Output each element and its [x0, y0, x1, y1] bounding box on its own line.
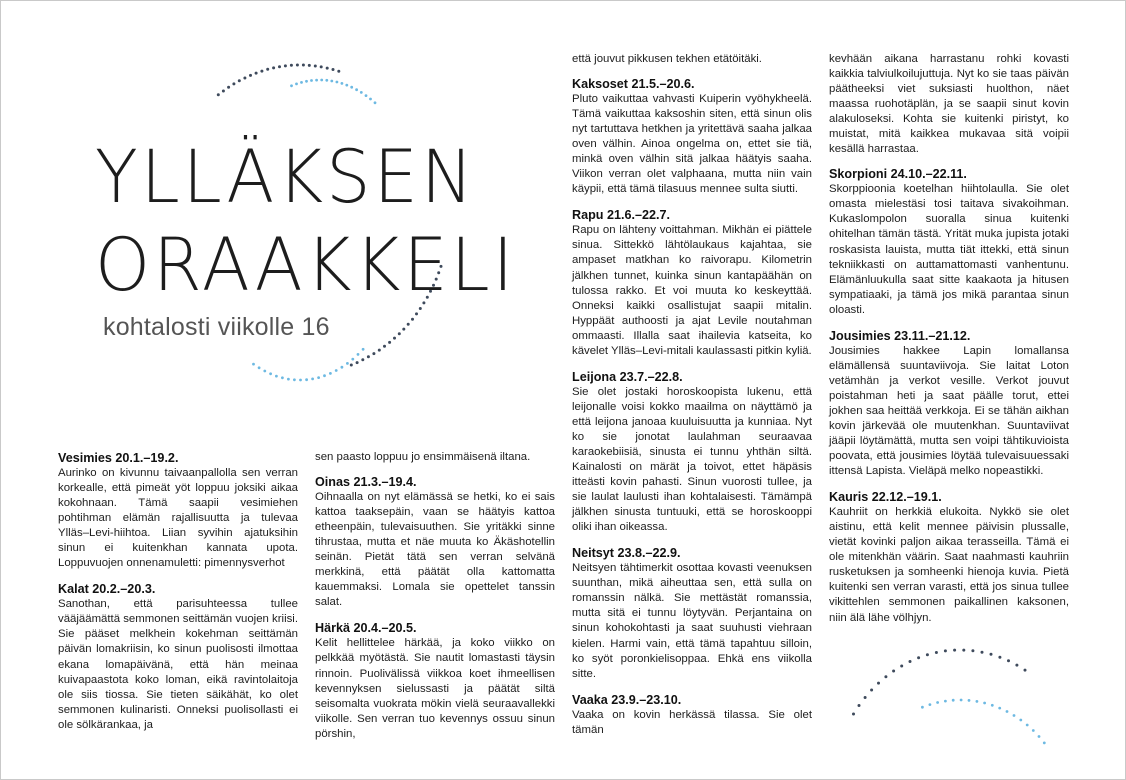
sign-text: Kauhriit on herkkiä elukoita. Nykkö sie … [829, 506, 1069, 624]
sign-text: Skorppioonia koetelhan hiihtolaulla. Sie… [829, 183, 1069, 316]
sign-block: Oinas 21.3.–19.4. Oihnaalla on nyt elämä… [315, 474, 555, 610]
sign-block: Leijona 23.7.–22.8. Sie olet jostaki hor… [572, 369, 812, 535]
sign-text: Oihnaalla on nyt elämässä se hetki, ko e… [315, 491, 555, 609]
sign-text: Neitsyen tähtimerkit osottaa kovasti vee… [572, 562, 812, 680]
sign-text: Sie olet jostaki horoskoopista lukenu, e… [572, 385, 812, 534]
sign-heading: Rapu 21.6.–22.7. [572, 208, 671, 223]
sign-heading: Skorpioni 24.10.–22.11. [829, 167, 967, 182]
sign-block: Jousimies 23.11.–21.12. Jousimies hakkee… [829, 328, 1069, 479]
sign-heading: Vesimies 20.1.–19.2. [58, 451, 179, 465]
sign-block: Kauris 22.12.–19.1. Kauhriit on herkkiä … [829, 489, 1069, 625]
sign-block: Kaksoset 21.5.–20.6. Pluto vaikuttaa vah… [572, 76, 812, 197]
sign-block: Vaaka 23.9.–23.10. Vaaka on kovin herkäs… [572, 692, 812, 738]
sign-heading: Kalat 20.2.–20.3. [58, 582, 156, 597]
sign-heading: Leijona 23.7.–22.8. [572, 369, 683, 384]
title-line-2: ORAAKKELI [95, 221, 517, 309]
sign-block: Kalat 20.2.–20.3. Sanothan, että parisuh… [58, 581, 298, 732]
column-3: että jouvut pikkusen tekhen etätöitäki. … [572, 52, 812, 748]
sign-heading: Kauris 22.12.–19.1. [829, 490, 942, 505]
column-1: Vesimies 20.1.–19.2. Aurinko on kivunnu … [58, 450, 298, 743]
continued-text: että jouvut pikkusen tekhen etätöitäki. [572, 53, 762, 65]
sign-text: Jousimies hakkee Lapin lomallansa elämäl… [829, 344, 1069, 478]
sign-text: Kelit hellittelee härkää, ja koko viikko… [315, 637, 555, 740]
column-4: kevhään aikana harrastanu rohki kovasti … [829, 52, 1069, 636]
sign-text: Vaaka on kovin herkässä tilassa. Sie ole… [572, 708, 812, 736]
sign-heading: Oinas 21.3.–19.4. [315, 475, 417, 490]
sign-heading: Neitsyt 23.8.–22.9. [572, 546, 681, 561]
sign-text: Rapu on lähteny voittahman. Mikhän ei pi… [572, 224, 812, 357]
sign-text: Pluto vaikuttaa vahvasti Kuiperin vyöhyk… [572, 93, 812, 196]
title-line-1: YLLÄKSEN [95, 133, 477, 221]
sign-block: Vesimies 20.1.–19.2. Aurinko on kivunnu … [58, 450, 298, 571]
sign-block: Skorpioni 24.10.–22.11. Skorppioonia koe… [829, 166, 1069, 317]
continued-text: kevhään aikana harrastanu rohki kovasti … [829, 53, 1069, 156]
sign-text: Aurinko on kivunnu taivaanpallolla sen v… [58, 467, 298, 570]
continued-text: sen paasto loppuu jo ensimmäisenä iltana… [315, 451, 531, 463]
sign-heading: Kaksoset 21.5.–20.6. [572, 77, 695, 92]
sign-text: Sanothan, että parisuhteessa tullee vääj… [58, 598, 298, 731]
sign-heading: Vaaka 23.9.–23.10. [572, 692, 682, 707]
sign-block: Rapu 21.6.–22.7. Rapu on lähteny voittah… [572, 207, 812, 358]
sign-heading: Jousimies 23.11.–21.12. [829, 328, 971, 343]
column-2: sen paasto loppuu jo ensimmäisenä iltana… [315, 450, 555, 752]
sign-block: Neitsyt 23.8.–22.9. Neitsyen tähtimerkit… [572, 545, 812, 681]
subtitle: kohtalosti viikolle 16 [103, 313, 330, 341]
sign-block: Härkä 20.4.–20.5. Kelit hellittelee härk… [315, 620, 555, 741]
sign-heading: Härkä 20.4.–20.5. [315, 621, 417, 636]
